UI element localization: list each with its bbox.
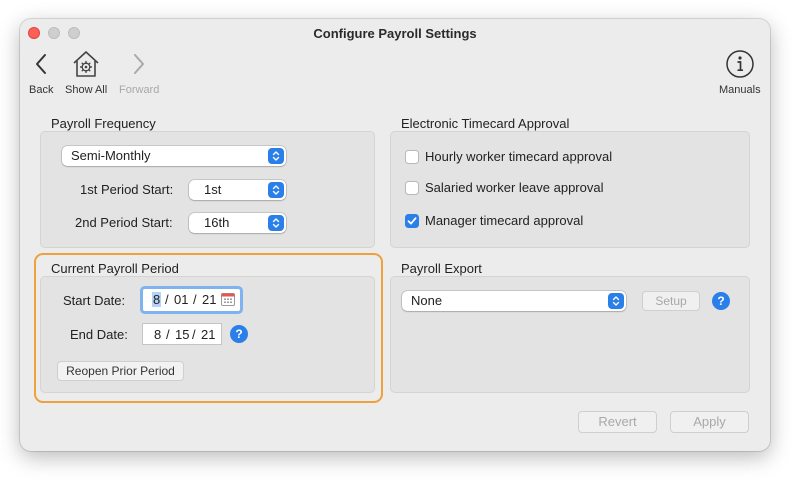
checkmark-icon[interactable] [405, 213, 419, 228]
back-label: Back [29, 84, 54, 96]
show-all-label: Show All [65, 84, 108, 96]
chevron-left-icon [34, 49, 48, 79]
forward-button[interactable]: Forward [119, 49, 159, 96]
hourly-approval-label: Hourly worker timecard approval [425, 149, 613, 164]
apply-button[interactable]: Apply [670, 411, 749, 433]
hourly-approval-checkbox[interactable]: Hourly worker timecard approval [405, 149, 612, 164]
checkbox-box[interactable] [405, 149, 419, 164]
manuals-label: Manuals [719, 84, 761, 96]
first-period-select[interactable]: 1st [189, 180, 286, 200]
second-period-value: 16th [204, 215, 230, 230]
payroll-frequency-title: Payroll Frequency [51, 116, 156, 131]
updown-chevron-icon [268, 148, 284, 164]
forward-label: Forward [119, 84, 160, 96]
current-period-highlight [34, 253, 383, 403]
info-icon [725, 49, 755, 79]
help-icon[interactable]: ? [712, 292, 730, 310]
timecard-approval-title: Electronic Timecard Approval [401, 116, 570, 131]
back-button[interactable]: Back [29, 49, 53, 96]
revert-button[interactable]: Revert [578, 411, 657, 433]
second-period-select[interactable]: 16th [189, 213, 286, 233]
house-gear-icon [71, 49, 101, 79]
salaried-leave-label: Salaried worker leave approval [425, 180, 604, 195]
updown-chevron-icon [268, 182, 284, 198]
payroll-export-title: Payroll Export [401, 261, 482, 276]
salaried-leave-checkbox[interactable]: Salaried worker leave approval [405, 180, 603, 195]
first-period-label: 1st Period Start: [80, 182, 174, 197]
updown-chevron-icon [268, 215, 284, 231]
title-bar: Configure Payroll Settings [20, 19, 770, 49]
frequency-select[interactable]: Semi-Monthly [62, 146, 286, 166]
export-value: None [411, 293, 443, 308]
show-all-button[interactable]: Show All [65, 49, 107, 96]
export-select[interactable]: None [402, 291, 626, 311]
checkbox-box[interactable] [405, 180, 419, 195]
manager-approval-label: Manager timecard approval [425, 213, 584, 228]
second-period-label: 2nd Period Start: [75, 215, 173, 230]
manuals-button[interactable]: Manuals [719, 49, 761, 96]
chevron-right-icon [132, 49, 146, 79]
setup-button[interactable]: Setup [642, 291, 700, 311]
updown-chevron-icon [608, 293, 624, 309]
frequency-value: Semi-Monthly [71, 148, 151, 163]
settings-window: Configure Payroll Settings Back Show All… [20, 19, 770, 451]
first-period-value: 1st [204, 182, 222, 197]
manager-approval-checkbox[interactable]: Manager timecard approval [405, 213, 583, 228]
window-title: Configure Payroll Settings [313, 26, 477, 41]
